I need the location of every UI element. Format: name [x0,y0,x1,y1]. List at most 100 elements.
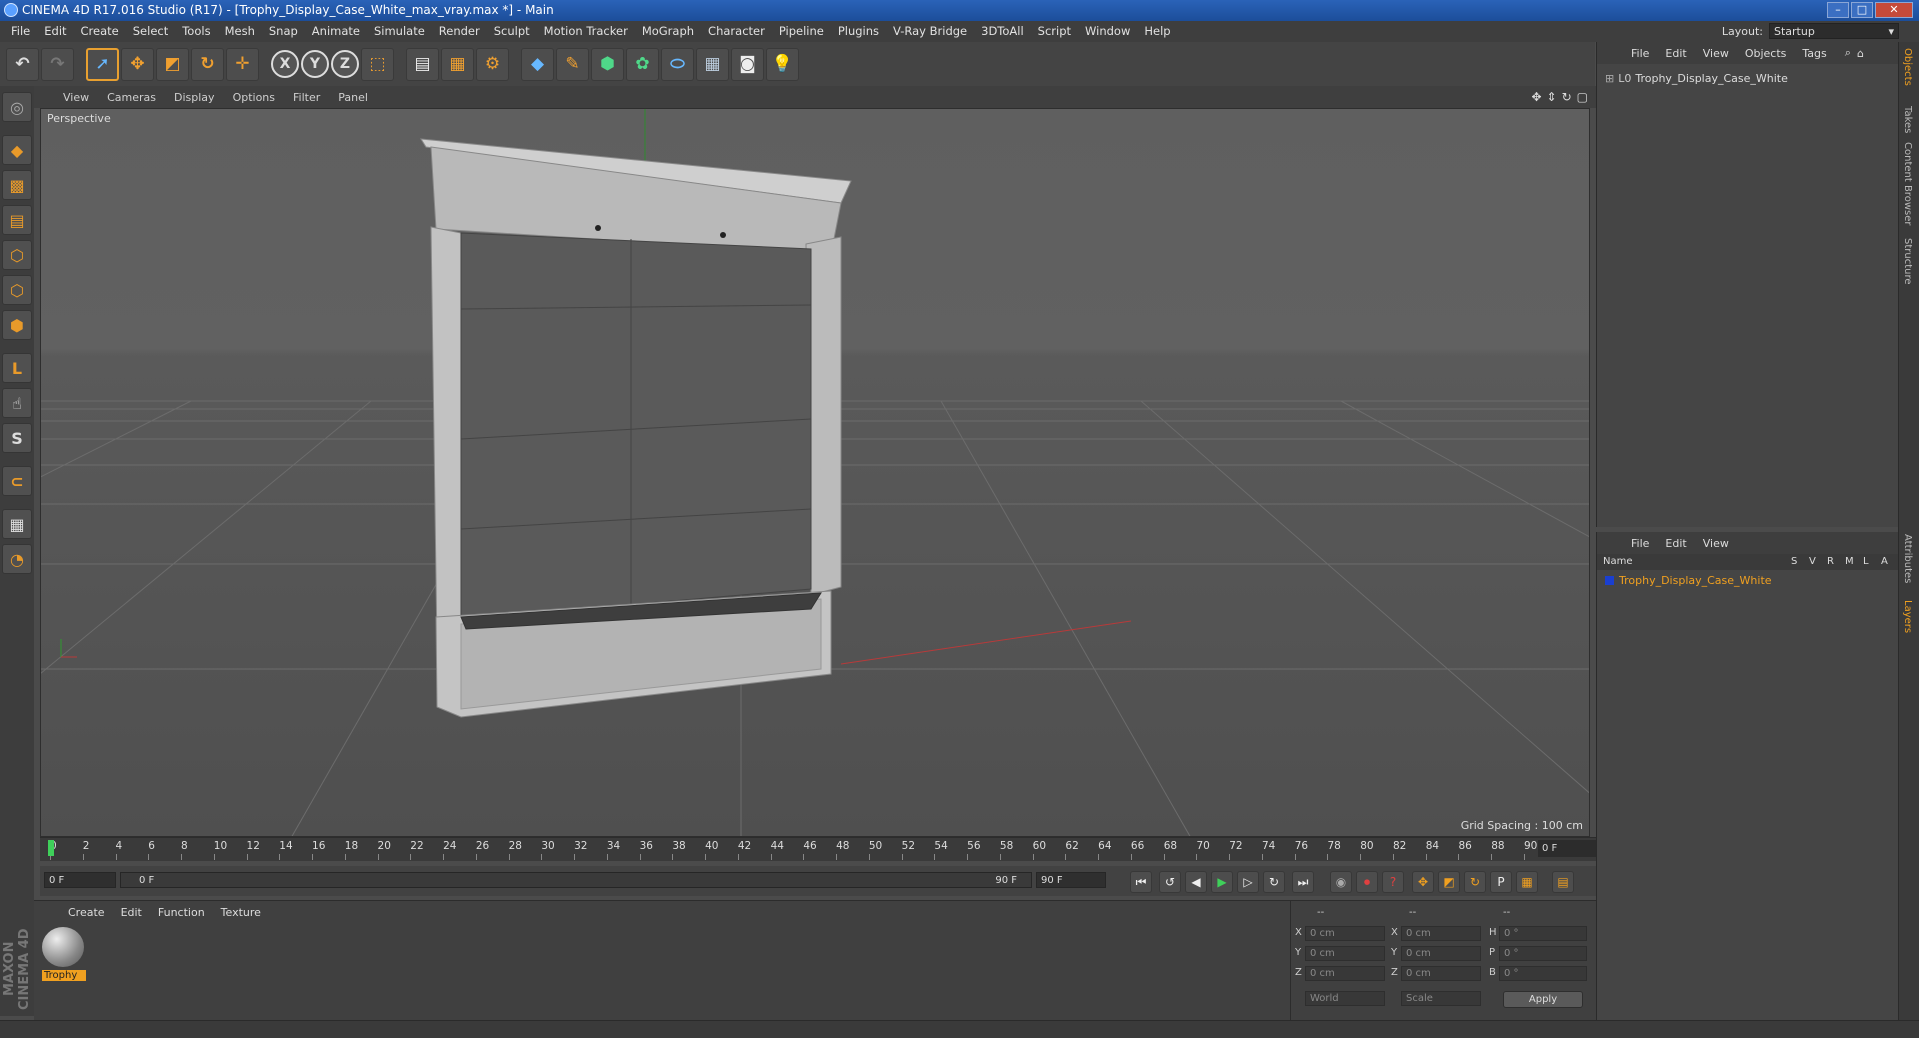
lock-workplane-icon[interactable]: ▦ [2,509,32,539]
previous-frame-icon[interactable]: ◀ [1185,871,1207,893]
menu-file[interactable]: File [4,21,37,42]
layout-dropdown[interactable]: Startup ▾ [1769,23,1899,39]
viewport-menu-filter[interactable]: Filter [284,91,329,104]
menu-character[interactable]: Character [701,21,772,42]
planar-workplane-icon[interactable]: ◔ [2,544,32,574]
go-to-end-icon[interactable]: ⏭ [1292,871,1314,893]
live-select-icon[interactable]: ✛ [226,47,259,81]
playhead-marker[interactable] [48,840,54,856]
position-y-field[interactable]: 0 cm [1305,946,1385,961]
material-swatch[interactable]: Trophy [42,927,86,987]
record-scale-icon[interactable]: ◩ [1438,871,1460,893]
record-parameter-icon[interactable]: P [1490,871,1512,893]
side-tab-objects[interactable]: Objects [1902,48,1913,86]
object-menu-tags[interactable]: Tags [1794,47,1834,60]
side-tab-attributes[interactable]: Attributes [1902,534,1913,583]
size-y-field[interactable]: 0 cm [1401,946,1481,961]
home-icon[interactable]: ⌂ [1857,47,1864,60]
menu-help[interactable]: Help [1137,21,1177,42]
menu-animate[interactable]: Animate [305,21,367,42]
next-keyframe-icon[interactable]: ↻ [1263,871,1285,893]
menu-mesh[interactable]: Mesh [218,21,262,42]
apply-button[interactable]: Apply [1503,991,1583,1008]
edit-render-settings-icon[interactable]: ⚙ [476,47,509,81]
camera-icon[interactable]: ◙ [731,47,764,81]
object-row[interactable]: ⊞ L0 Trophy_Display_Case_White [1605,72,1788,85]
y-axis-icon[interactable]: Y [301,50,329,78]
make-editable-icon[interactable]: ◎ [2,92,32,122]
material-menu-create[interactable]: Create [60,906,113,919]
object-menu-view[interactable]: View [1695,47,1737,60]
material-menu-texture[interactable]: Texture [213,906,269,919]
scale-icon[interactable]: ◩ [156,47,189,81]
tweak-mode-icon[interactable]: ☝ [2,388,32,418]
side-tab-layers[interactable]: Layers [1902,600,1913,633]
floor-icon[interactable]: ▦ [696,47,729,81]
render-picture-viewer-icon[interactable]: ▦ [441,47,474,81]
world-coord-icon[interactable]: ⬚ [361,47,394,81]
size-x-field[interactable]: 0 cm [1401,926,1481,941]
layer-menu-view[interactable]: View [1695,537,1737,550]
search-icon[interactable]: ⌕ [1845,46,1851,60]
array-icon[interactable]: ✿ [626,47,659,81]
object-menu-objects[interactable]: Objects [1737,47,1795,60]
viewport-menu-options[interactable]: Options [224,91,284,104]
autokeying-icon[interactable]: ⏺ [1356,871,1378,893]
rotate-icon[interactable]: ↻ [191,47,224,81]
object-menu-edit[interactable]: Edit [1657,47,1694,60]
deformer-icon[interactable]: ⬭ [661,47,694,81]
menu-select[interactable]: Select [126,21,175,42]
light-icon[interactable]: 💡 [766,47,799,81]
pen-spline-icon[interactable]: ✎ [556,47,589,81]
timeline-window-icon[interactable]: ▤ [1552,871,1574,893]
texture-mode-icon[interactable]: ▩ [2,170,32,200]
current-frame-field[interactable]: 0 F [1538,840,1596,857]
menu-motion-tracker[interactable]: Motion Tracker [537,21,635,42]
viewport-menu-view[interactable]: View [54,91,98,104]
workplane-icon[interactable]: ▤ [2,205,32,235]
side-tab-takes[interactable]: Takes [1902,106,1913,133]
layer-row[interactable]: Trophy_Display_Case_White [1605,574,1772,587]
material-menu-function[interactable]: Function [150,906,213,919]
magnet-icon[interactable]: ⊂ [2,466,32,496]
rotation-b-field[interactable]: 0 ° [1499,966,1587,981]
menu-3dtoall[interactable]: 3DToAll [974,21,1031,42]
record-rotation-icon[interactable]: ↻ [1464,871,1486,893]
minimize-button[interactable]: – [1827,2,1849,18]
edges-mode-icon[interactable]: ⬡ [2,275,32,305]
menu-snap[interactable]: Snap [262,21,305,42]
expand-icon[interactable]: ⊞ [1605,72,1614,85]
menu-tools[interactable]: Tools [175,21,217,42]
previous-keyframe-icon[interactable]: ↺ [1159,871,1181,893]
menu-vray-bridge[interactable]: V-Ray Bridge [886,21,974,42]
move-icon[interactable]: ✥ [121,47,154,81]
material-menu-edit[interactable]: Edit [113,906,150,919]
menu-render[interactable]: Render [432,21,487,42]
subdivision-surface-icon[interactable]: ⬢ [591,47,624,81]
start-frame-field[interactable]: 0 F [44,872,116,888]
menu-mograph[interactable]: MoGraph [635,21,701,42]
rotation-p-field[interactable]: 0 ° [1499,946,1587,961]
layer-color-swatch[interactable] [1605,576,1614,585]
viewport-menu-cameras[interactable]: Cameras [98,91,165,104]
select-arrow-icon[interactable]: ➚ [86,47,119,81]
menu-pipeline[interactable]: Pipeline [772,21,831,42]
model-mode-icon[interactable]: ◆ [2,135,32,165]
go-to-start-icon[interactable]: ⏮ [1130,871,1152,893]
size-mode-dropdown[interactable]: Scale [1401,991,1481,1006]
keyframe-selection-icon[interactable]: ? [1382,871,1404,893]
maximize-button[interactable]: □ [1851,2,1873,18]
maximize-view-icon[interactable]: ▢ [1577,90,1588,104]
position-z-field[interactable]: 0 cm [1305,966,1385,981]
menu-sculpt[interactable]: Sculpt [487,21,537,42]
menu-window[interactable]: Window [1078,21,1137,42]
next-frame-icon[interactable]: ▷ [1237,871,1259,893]
viewport-menu-panel[interactable]: Panel [329,91,377,104]
polygons-mode-icon[interactable]: ⬢ [2,310,32,340]
rotate-view-icon[interactable]: ↻ [1562,90,1572,104]
coordinate-system-dropdown[interactable]: World [1305,991,1385,1006]
record-point-level-icon[interactable]: ▦ [1516,871,1538,893]
undo-icon[interactable]: ↶ [6,47,39,81]
close-button[interactable]: ✕ [1875,2,1913,18]
menu-edit[interactable]: Edit [37,21,73,42]
